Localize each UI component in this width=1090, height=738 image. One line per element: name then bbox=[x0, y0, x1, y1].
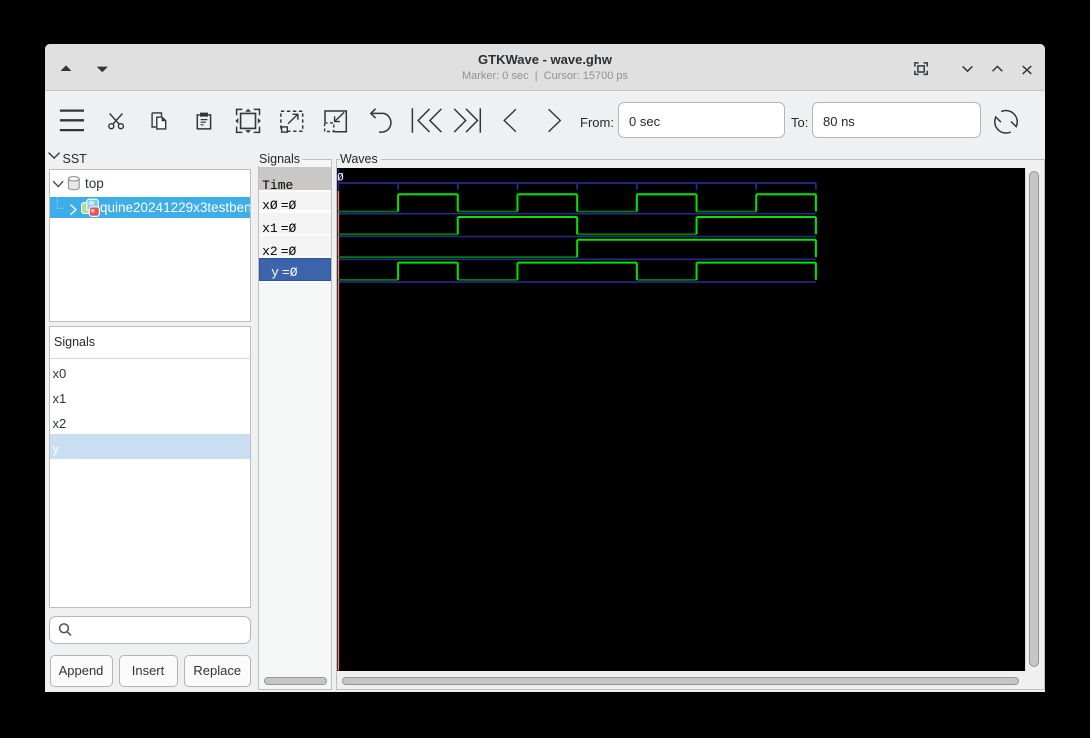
svg-text:Ø: Ø bbox=[337, 173, 344, 185]
